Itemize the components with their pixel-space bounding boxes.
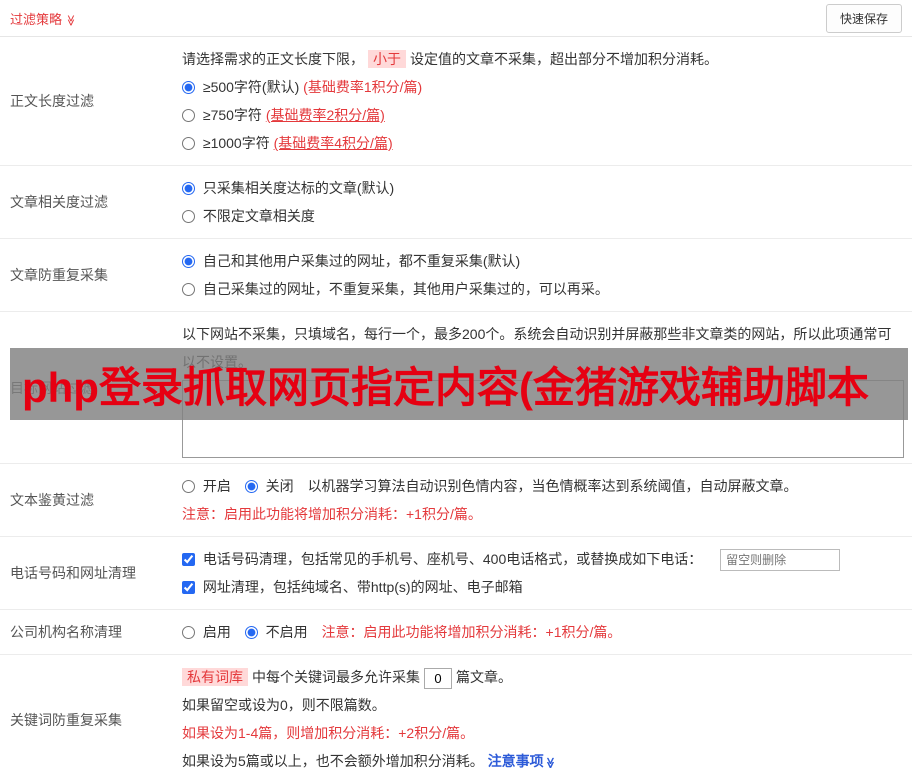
length-intro-pre: 请选择需求的正文长度下限，	[182, 51, 364, 67]
replacement-phone-input[interactable]	[720, 549, 841, 572]
url-cleanup-option[interactable]: 网址清理，包括纯域名、带http(s)的网址、电子邮箱	[182, 579, 523, 595]
company-option-on-label: 启用	[202, 624, 231, 640]
company-radio-off[interactable]	[244, 626, 258, 639]
row-porn-filter: 文本鉴黄过滤 开启 关闭 以机器学习算法自动识别色情内容，当色情概率达到系统阈值…	[0, 464, 912, 537]
quick-save-button[interactable]: 快速保存	[825, 3, 902, 33]
url-cleanup-label: 网址清理，包括纯域名、带http(s)的网址、电子邮箱	[202, 579, 523, 595]
row-company-cleanup: 公司机构名称清理 启用 不启用 注意：启用此功能将增加积分消耗：+1积分/篇。	[0, 610, 912, 655]
relevance-option-any[interactable]: 不限定文章相关度	[182, 202, 904, 230]
company-option-on[interactable]: 启用	[182, 624, 235, 640]
length-intro: 请选择需求的正文长度下限， 小于 设定值的文章不采集，超出部分不增加积分消耗。	[182, 45, 904, 73]
row-length-filter: 正文长度过滤 请选择需求的正文长度下限， 小于 设定值的文章不采集，超出部分不增加积…	[0, 37, 912, 166]
row-relevance-filter: 文章相关度过滤 只采集相关度达标的文章(默认) 不限定文章相关度	[0, 166, 912, 239]
page-title-text: 过滤策略	[10, 11, 63, 27]
row-site-filter: 目标网站过滤 以下网站不采集，只填域名，每行一个，最多200个。系统会自动识别并…	[0, 312, 912, 464]
length-option-750-note: (基础费率2积分/篇)	[265, 107, 385, 123]
phone-cleanup-label: 电话号码清理，包括常见的手机号、座机号、400电话格式，或替换成如下电话：	[202, 551, 703, 567]
watermark-overlay: php登录抓取网页指定内容(金猪游戏辅助脚本	[10, 348, 908, 420]
row-dedup-filter: 文章防重复采集 自己和其他用户采集过的网址，都不重复采集(默认) 自己采集过的网…	[0, 239, 912, 312]
porn-option-on-label: 开启	[202, 478, 231, 494]
company-radio-on[interactable]	[182, 626, 195, 639]
length-option-1000-note: (基础费率4积分/篇)	[273, 135, 393, 151]
porn-filter-label: 文本鉴黄过滤	[10, 492, 94, 508]
relevance-option-any-label: 不限定文章相关度	[202, 208, 315, 224]
porn-desc: 以机器学习算法自动识别色情内容，当色情概率达到系统阈值，自动屏蔽文章。	[307, 478, 798, 494]
keyword-limit-mid: 中每个关键词最多允许采集	[252, 669, 420, 685]
relevance-filter-label: 文章相关度过滤	[10, 194, 108, 210]
notice-link[interactable]: 注意事项≫	[488, 753, 556, 768]
watermark-text: php登录抓取网页指定内容(金猪游戏辅助脚本	[22, 363, 869, 411]
length-radio-500[interactable]	[182, 81, 195, 94]
length-intro-post: 设定值的文章不采集，超出部分不增加积分消耗。	[410, 51, 718, 67]
length-option-750-label: ≥750字符	[202, 107, 262, 123]
porn-options-line: 开启 关闭 以机器学习算法自动识别色情内容，当色情概率达到系统阈值，自动屏蔽文章…	[182, 472, 904, 500]
length-filter-label: 正文长度过滤	[10, 93, 94, 109]
length-option-500[interactable]: ≥500字符(默认) (基础费率1积分/篇)	[182, 73, 904, 101]
company-option-off[interactable]: 不启用	[244, 624, 312, 640]
keyword-limit-line: 私有词库中每个关键词最多允许采集 篇文章。	[182, 663, 904, 691]
filter-strategy-page: 过滤策略 ≫ 快速保存 正文长度过滤 请选择需求的正文长度下限， 小于 设定值的文章不…	[0, 0, 912, 768]
keyword-note-cost: 如果设为1-4篇，则增加积分消耗：+2积分/篇。	[182, 725, 475, 741]
length-option-1000-label: ≥1000字符	[202, 135, 270, 151]
relevance-option-strict[interactable]: 只采集相关度达标的文章(默认)	[182, 174, 904, 202]
length-option-500-note: (基础费率1积分/篇)	[303, 79, 423, 95]
private-lexicon-highlight: 私有词库	[182, 668, 248, 686]
dedup-option-global[interactable]: 自己和其他用户采集过的网址，都不重复采集(默认)	[182, 247, 904, 275]
porn-radio-on[interactable]	[182, 480, 195, 493]
company-note: 注意：启用此功能将增加积分消耗：+1积分/篇。	[321, 624, 622, 640]
length-option-500-label: ≥500字符(默认)	[202, 79, 300, 95]
dedup-filter-label: 文章防重复采集	[10, 267, 108, 283]
keyword-note-five-text: 如果设为5篇或以上，也不会额外增加积分消耗。	[182, 753, 484, 768]
phone-cleanup-checkbox[interactable]	[182, 553, 195, 566]
dedup-option-global-label: 自己和其他用户采集过的网址，都不重复采集(默认)	[202, 253, 521, 269]
company-option-off-label: 不启用	[265, 624, 308, 640]
keyword-dedup-label: 关键词防重复采集	[10, 712, 122, 728]
relevance-option-strict-label: 只采集相关度达标的文章(默认)	[202, 180, 395, 196]
length-option-1000[interactable]: ≥1000字符 (基础费率4积分/篇)	[182, 129, 904, 157]
dedup-radio-self[interactable]	[182, 283, 195, 296]
dedup-option-self[interactable]: 自己采集过的网址，不重复采集，其他用户采集过的，可以再采。	[182, 275, 904, 303]
topbar: 过滤策略 ≫ 快速保存	[0, 0, 912, 37]
porn-note: 注意：启用此功能将增加积分消耗：+1积分/篇。	[182, 506, 482, 522]
less-than-highlight: 小于	[368, 50, 406, 68]
url-cleanup-line: 网址清理，包括纯域名、带http(s)的网址、电子邮箱	[182, 573, 904, 601]
keyword-note-zero: 如果留空或设为0，则不限篇数。	[182, 697, 386, 713]
porn-radio-off[interactable]	[244, 480, 258, 493]
length-radio-1000[interactable]	[182, 137, 195, 150]
porn-option-on[interactable]: 开启	[182, 478, 235, 494]
url-cleanup-checkbox[interactable]	[182, 581, 195, 594]
company-cleanup-label: 公司机构名称清理	[10, 624, 122, 640]
keyword-note-five: 如果设为5篇或以上，也不会额外增加积分消耗。 注意事项≫	[182, 747, 904, 768]
keyword-limit-input[interactable]	[424, 667, 452, 689]
dedup-option-self-label: 自己采集过的网址，不重复采集，其他用户采集过的，可以再采。	[202, 281, 609, 297]
dedup-radio-global[interactable]	[182, 255, 195, 268]
relevance-radio-strict[interactable]	[182, 182, 195, 195]
phone-cleanup-option[interactable]: 电话号码清理，包括常见的手机号、座机号、400电话格式，或替换成如下电话：	[182, 551, 706, 567]
page-title[interactable]: 过滤策略 ≫	[10, 9, 77, 28]
chevron-down-icon: ≫	[543, 757, 556, 768]
row-phone-url-cleanup: 电话号码和网址清理 电话号码清理，包括常见的手机号、座机号、400电话格式，或替…	[0, 537, 912, 610]
keyword-limit-post: 篇文章。	[456, 669, 512, 685]
chevron-down-icon: ≫	[64, 14, 77, 26]
length-option-750[interactable]: ≥750字符 (基础费率2积分/篇)	[182, 101, 904, 129]
phone-url-cleanup-label: 电话号码和网址清理	[10, 565, 136, 581]
porn-option-off-label: 关闭	[265, 478, 294, 494]
row-keyword-dedup: 关键词防重复采集 私有词库中每个关键词最多允许采集 篇文章。 如果留空或设为0，则…	[0, 655, 912, 768]
relevance-radio-any[interactable]	[182, 210, 195, 223]
phone-cleanup-line: 电话号码清理，包括常见的手机号、座机号、400电话格式，或替换成如下电话：	[182, 545, 904, 573]
porn-option-off[interactable]: 关闭	[244, 478, 298, 494]
length-radio-750[interactable]	[182, 109, 195, 122]
